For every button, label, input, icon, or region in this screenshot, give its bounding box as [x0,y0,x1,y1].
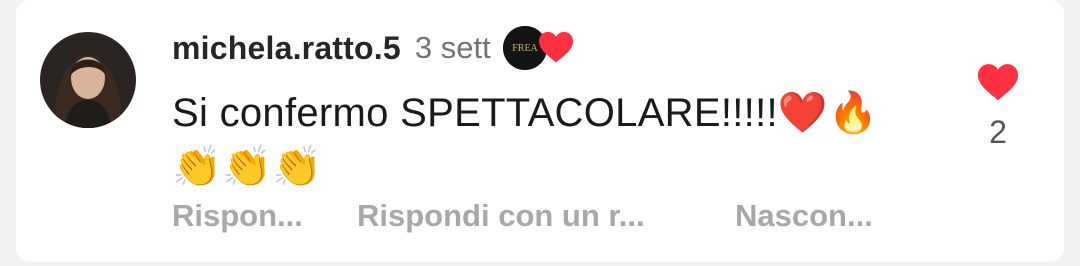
comment-card: michela.ratto.5 3 sett FREA Si confermo … [16,0,1064,262]
comment-text: Si confermo SPETTACOLARE!!!!!❤️🔥 👏👏👏 [172,86,932,194]
username[interactable]: michela.ratto.5 [172,30,401,67]
clapping-hands-emoji: 👏 [172,144,223,190]
like-control[interactable]: 2 [968,62,1028,151]
timestamp: 3 sett [414,30,491,65]
avatar-image [40,32,136,128]
fire-emoji: 🔥 [828,90,879,136]
reply-button[interactable]: Rispon... [172,198,357,234]
clapping-hands-emoji: 👏 [222,144,273,190]
heart-icon [537,30,575,64]
reply-with-button[interactable]: Rispondi con un r... [357,198,735,234]
creator-avatar-text: FREA [512,43,538,54]
hide-button[interactable]: Nascon... [735,198,873,234]
clapping-hands-emoji: 👏 [272,144,323,190]
avatar[interactable] [40,32,136,128]
comment-body: Si confermo SPETTACOLARE!!!!! [172,91,778,135]
red-heart-emoji: ❤️ [777,90,829,136]
creator-liked-badge: FREA [502,26,577,70]
comment-actions: Rispon... Rispondi con un r... Nascon... [172,198,873,234]
heart-icon[interactable] [968,62,1028,102]
like-count: 2 [989,114,1007,150]
